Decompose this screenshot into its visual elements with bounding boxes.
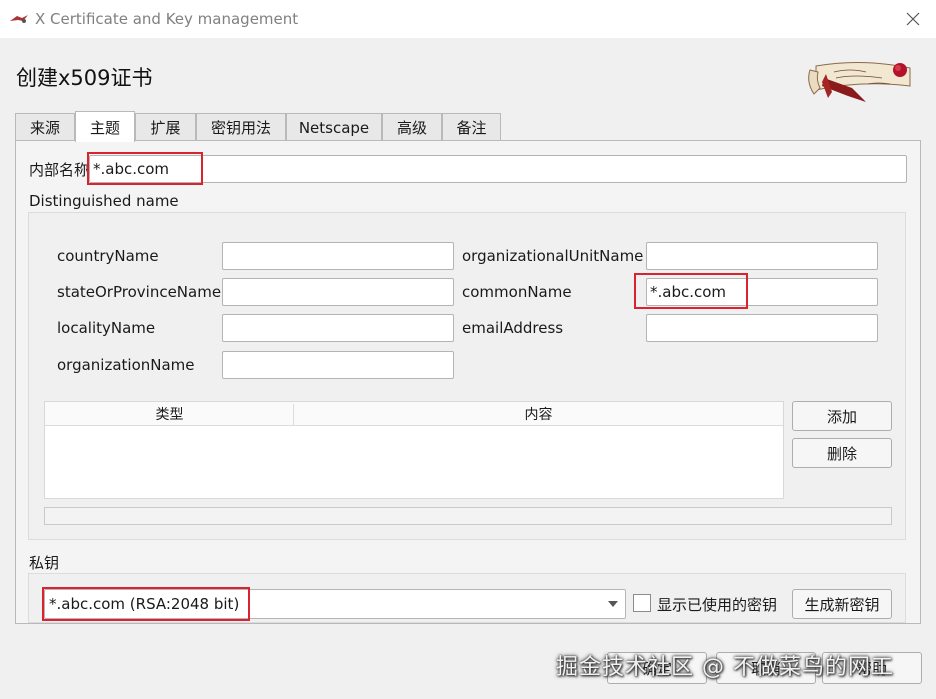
dn-section-label: Distinguished name	[29, 192, 179, 210]
generate-key-button[interactable]: 生成新密钥	[792, 589, 892, 619]
organization-input[interactable]	[222, 351, 454, 379]
tab-source[interactable]: 来源	[15, 113, 75, 141]
tab-advanced[interactable]: 高级	[382, 113, 442, 141]
org-unit-input[interactable]	[646, 242, 878, 270]
tab-subject[interactable]: 主题	[75, 111, 135, 142]
internal-name-label: 内部名称	[29, 161, 90, 179]
locality-label: localityName	[57, 319, 156, 337]
delete-button[interactable]: 删除	[792, 438, 892, 468]
private-key-selected-value: *.abc.com (RSA:2048 bit)	[49, 595, 240, 613]
common-name-input[interactable]: *.abc.com	[646, 278, 878, 306]
xca-logo	[808, 61, 911, 102]
chevron-down-icon	[608, 601, 618, 607]
country-name-input[interactable]	[222, 242, 454, 270]
email-input[interactable]	[646, 314, 878, 342]
internal-name-input[interactable]: *.abc.com	[89, 155, 907, 183]
tab-extensions[interactable]: 扩展	[135, 113, 196, 141]
state-input[interactable]	[222, 278, 454, 306]
close-button[interactable]	[890, 0, 936, 38]
tab-netscape[interactable]: Netscape	[286, 113, 382, 141]
column-header-type[interactable]: 类型	[45, 402, 294, 426]
window-title: X Certificate and Key management	[35, 10, 299, 28]
email-label: emailAddress	[462, 319, 564, 337]
show-used-keys-label: 显示已使用的密钥	[657, 596, 778, 614]
locality-input[interactable]	[222, 314, 454, 342]
common-name-label: commonName	[462, 283, 572, 301]
private-key-select[interactable]: *.abc.com (RSA:2048 bit)	[44, 589, 626, 619]
app-icon	[10, 15, 28, 23]
horizontal-scrollbar[interactable]	[44, 507, 892, 525]
show-used-keys-checkbox[interactable]	[633, 594, 651, 612]
org-unit-label: organizationalUnitName	[462, 247, 644, 265]
private-key-label: 私钥	[29, 554, 60, 572]
organization-label: organizationName	[57, 356, 195, 374]
close-icon	[906, 12, 920, 26]
tab-comment[interactable]: 备注	[442, 113, 501, 141]
dialog-heading: 创建x509证书	[16, 66, 153, 90]
column-header-content[interactable]: 内容	[294, 402, 783, 426]
watermark: 掘金技术社区 @ 不做菜鸟的网工	[556, 655, 894, 680]
title-bar: X Certificate and Key management	[0, 0, 936, 38]
tab-key-usage[interactable]: 密钥用法	[196, 113, 286, 141]
country-name-label: countryName	[57, 247, 159, 265]
state-label: stateOrProvinceName	[57, 283, 222, 301]
add-button[interactable]: 添加	[792, 401, 892, 431]
dn-entries-table[interactable]: 类型 内容	[44, 401, 784, 499]
